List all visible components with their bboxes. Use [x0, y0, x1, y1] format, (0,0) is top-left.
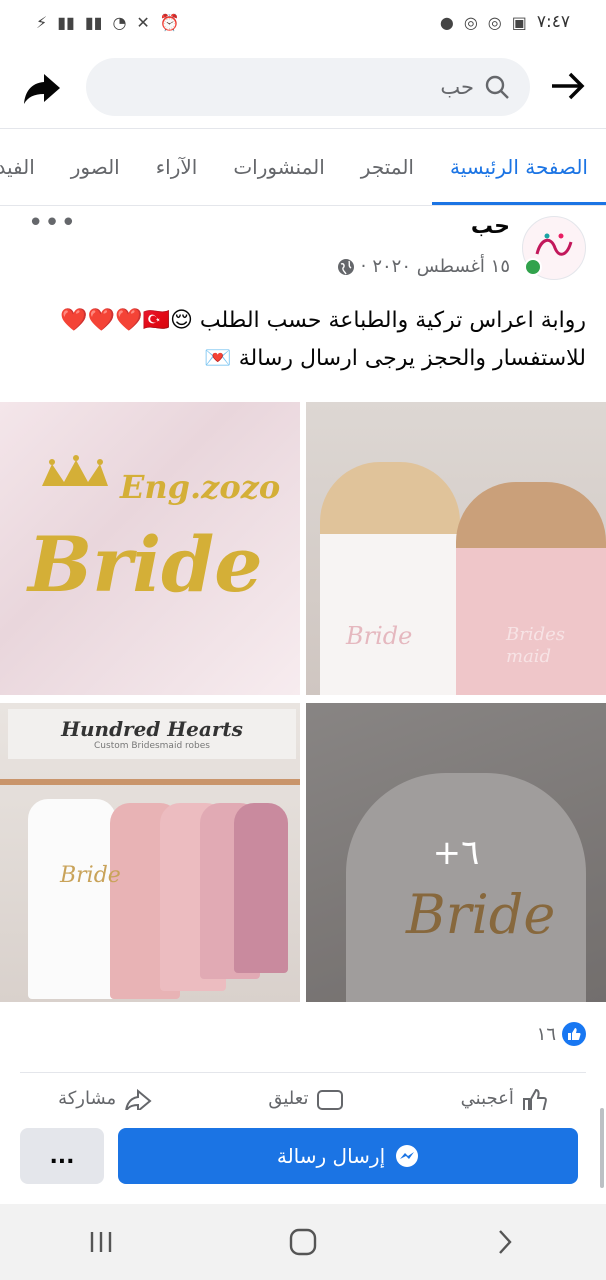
send-message-label: إرسال رسالة [276, 1144, 386, 1168]
photo-2-left-text: Bride [346, 622, 413, 650]
robe-mauve [234, 803, 288, 973]
photo-4[interactable]: Bride ٦+ [306, 703, 606, 1002]
home-icon [289, 1228, 317, 1256]
page-tabs: الصفحة الرئيسية المتجر المنشورات الآراء … [0, 128, 606, 206]
signal-icon: ▮▮ [57, 12, 75, 32]
tab-posts[interactable]: المنشورات [215, 129, 342, 205]
robe-white [28, 799, 116, 999]
reaction-count: ١٦ [536, 1023, 556, 1045]
bottom-action-bar: ... إرسال رسالة [0, 1110, 606, 1202]
share-label: مشاركة [58, 1088, 117, 1109]
battery-saver-icon: ⚡ [36, 12, 48, 32]
photo-3[interactable]: Hundred Hearts Custom Bridesmaid robes B… [0, 703, 300, 1002]
photo-1-top-text: Eng.zozo [120, 468, 281, 506]
meta-separator: · [360, 256, 367, 277]
photo-3-sign: Hundred Hearts Custom Bridesmaid robes [8, 709, 296, 759]
tab-videos[interactable]: الفيديوهات [0, 129, 53, 205]
post-text-line-1: روابة اعراس تركية والطباعة حسب الطلب 😌🇹🇷… [60, 308, 586, 333]
divider [20, 1072, 586, 1073]
tab-photos[interactable]: الصور [53, 129, 138, 205]
photo-1-main-text: Bride [28, 520, 263, 609]
chrome-2-icon: ◎ [487, 12, 502, 32]
tab-home[interactable]: الصفحة الرئيسية [432, 129, 606, 205]
photo-1[interactable]: Eng.zozo Bride [0, 402, 300, 695]
wifi-icon: ◔ [112, 12, 127, 32]
photo-grid: Eng.zozo Bride Bride Brides maid Hundred… [0, 402, 606, 1002]
post-text-line-2: للاستفسار والحجز يرجى ارسال رسالة 💌 [204, 346, 586, 371]
system-nav-bar [0, 1204, 606, 1280]
send-message-button[interactable]: إرسال رسالة [118, 1128, 578, 1184]
post-text: روابة اعراس تركية والطباعة حسب الطلب 😌🇹🇷… [20, 302, 586, 378]
recents-icon [90, 1232, 112, 1252]
search-field[interactable]: حب [86, 58, 530, 116]
hanging-rail [0, 779, 300, 785]
photo-3-robe-text: Bride [60, 863, 121, 888]
post-options-icon[interactable]: ••• [28, 208, 77, 238]
comment-label: تعليق [268, 1088, 309, 1109]
home-button[interactable] [273, 1212, 333, 1272]
signal-2-icon: ▮▮ [84, 12, 103, 32]
back-button[interactable] [475, 1212, 535, 1272]
page-name[interactable]: حب [471, 214, 510, 239]
notification-dot-icon: ● [439, 12, 454, 32]
status-bar: ⚡ ▮▮ ▮▮ ◔ ✕ ⏰ ● ◎ ◎ ▣ ٧:٤٧ [0, 0, 606, 44]
top-bar: حب [0, 44, 606, 128]
mute-icon: ✕ [136, 12, 150, 32]
photo-2-right-text: Brides maid [506, 624, 566, 667]
like-reaction-icon [562, 1022, 586, 1046]
back-arrow-icon[interactable] [548, 66, 588, 106]
post-header: حب ١٥ أغسطس ٢٠٢٠ · ••• [0, 206, 606, 292]
status-icons-right: ● ◎ ◎ ▣ ٧:٤٧ [440, 12, 570, 32]
photo-3-sign-text: Hundred Hearts [61, 717, 243, 741]
photo-2[interactable]: Bride Brides maid [306, 402, 606, 695]
reactions-summary[interactable]: ١٦ [537, 1022, 586, 1046]
globe-icon [337, 258, 354, 275]
status-icons-left: ⚡ ▮▮ ▮▮ ◔ ✕ ⏰ [36, 13, 180, 32]
scrollbar[interactable] [600, 1108, 604, 1188]
more-photos-count: ٦+ [432, 832, 480, 873]
online-indicator [524, 258, 542, 276]
alarm-icon: ⏰ [159, 12, 180, 32]
search-input[interactable]: حب [440, 75, 474, 99]
like-label: أعجبني [460, 1088, 514, 1109]
tab-shop[interactable]: المتجر [343, 129, 432, 205]
person-left [320, 462, 460, 695]
chrome-icon: ◎ [463, 12, 478, 32]
search-icon [485, 75, 509, 99]
gallery-icon: ▣ [511, 12, 527, 32]
messenger-icon [396, 1145, 419, 1167]
recents-button[interactable] [71, 1212, 131, 1272]
photo-3-sign-subtext: Custom Bridesmaid robes [94, 741, 210, 751]
back-chevron-icon [499, 1230, 512, 1254]
post-date[interactable]: ١٥ أغسطس ٢٠٢٠ [372, 256, 510, 277]
status-time: ٧:٤٧ [536, 12, 570, 32]
share-icon[interactable] [20, 66, 64, 110]
post-meta: ١٥ أغسطس ٢٠٢٠ · [337, 256, 510, 277]
more-options-button[interactable]: ... [20, 1128, 104, 1184]
more-photos-overlay[interactable]: ٦+ [306, 703, 606, 1002]
tab-reviews[interactable]: الآراء [138, 129, 216, 205]
